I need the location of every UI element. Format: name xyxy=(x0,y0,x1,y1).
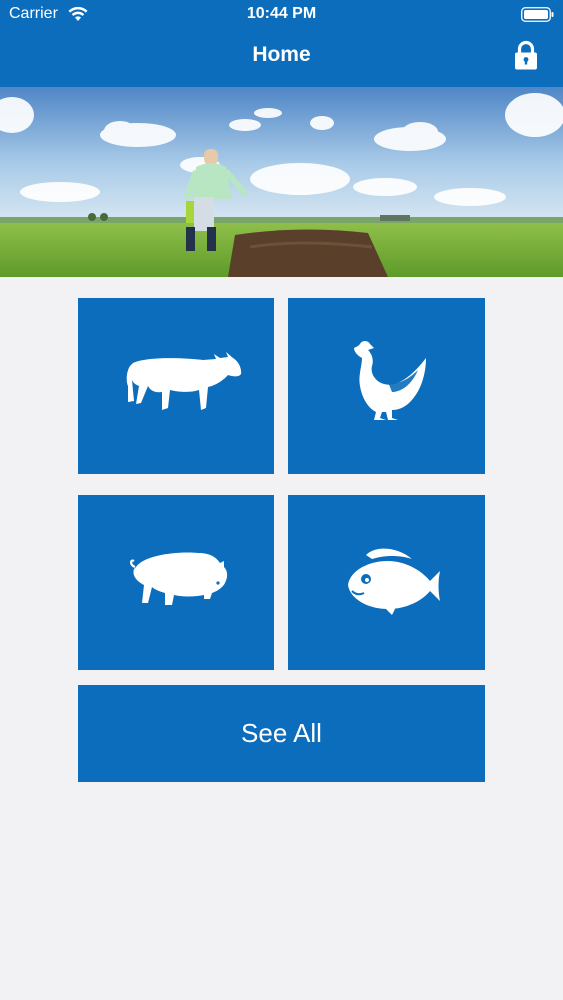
page-title: Home xyxy=(252,43,311,66)
fish-icon xyxy=(348,548,440,615)
status-bar: Carrier 10:44 PM xyxy=(0,0,563,30)
app-header: Carrier 10:44 PM Home xyxy=(0,0,563,87)
tile-swine[interactable] xyxy=(78,495,274,670)
cow-icon xyxy=(126,352,242,410)
see-all-button[interactable]: See All xyxy=(78,685,485,782)
farm-banner-image xyxy=(0,87,563,277)
tile-cattle[interactable] xyxy=(78,298,274,474)
tile-aquaculture[interactable] xyxy=(288,495,485,670)
tile-poultry[interactable] xyxy=(288,298,485,474)
battery-icon xyxy=(521,7,554,22)
chicken-icon xyxy=(354,341,426,420)
lock-icon[interactable] xyxy=(513,40,539,70)
pig-icon xyxy=(130,552,228,605)
status-time: 10:44 PM xyxy=(246,5,317,22)
